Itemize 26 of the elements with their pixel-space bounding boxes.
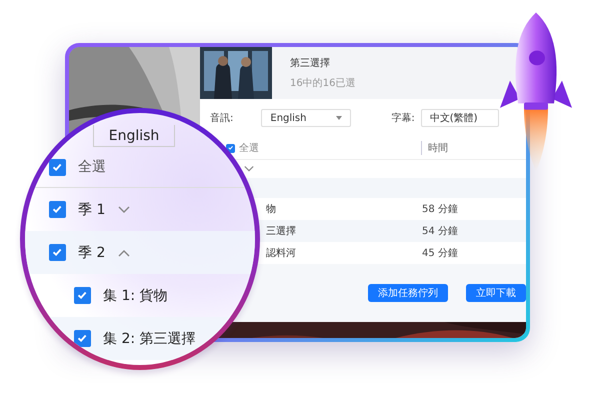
duration: 54 分鐘: [422, 225, 459, 238]
caret-icon: [336, 116, 342, 120]
checkbox[interactable]: [49, 244, 66, 261]
subtitle-select[interactable]: 中文(繁體): [420, 109, 499, 127]
column-header: 時間: [421, 141, 526, 155]
chevron-down-icon[interactable]: [244, 165, 254, 173]
episode-title: 物: [265, 203, 276, 216]
check-icon: [228, 145, 234, 151]
media-title: 第三選擇: [290, 57, 331, 70]
duration: 58 分鐘: [422, 203, 459, 216]
checkbox[interactable]: [49, 158, 66, 176]
check-icon: [52, 247, 63, 258]
duration: 45 分鐘: [422, 247, 459, 260]
audio-select[interactable]: English: [261, 109, 352, 127]
select-all-label: 全選: [239, 142, 259, 155]
subtitle-label: 字幕:: [391, 112, 415, 125]
check-icon: [52, 162, 63, 172]
episode-title: 三選擇: [265, 225, 296, 238]
add-to-queue-button[interactable]: 添加任務佇列: [368, 284, 448, 302]
selection-count: 16中的16已選: [290, 76, 356, 90]
checkbox[interactable]: [226, 144, 235, 152]
check-icon: [52, 204, 63, 215]
download-button[interactable]: 立即下載: [466, 284, 526, 302]
checkbox[interactable]: [49, 201, 66, 218]
episode-title: 認料河: [265, 246, 296, 260]
audio-label: 音訊:: [210, 112, 234, 125]
